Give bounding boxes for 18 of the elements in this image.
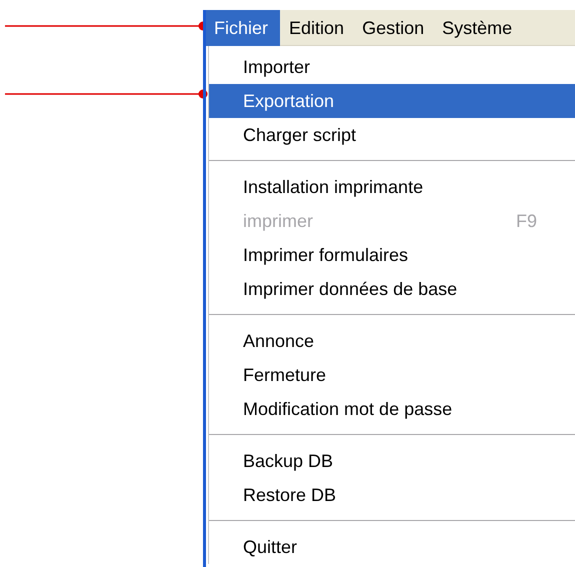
menu-item[interactable]: Modification mot de passe [209,392,575,426]
menu-item[interactable]: Restore DB [209,478,575,512]
menu-item-label: imprimer [243,210,313,233]
menu-bar-item[interactable]: Gestion [353,10,434,46]
menu-item[interactable]: Exportation [209,84,575,118]
menu-bar-item[interactable]: Système [433,10,522,46]
menu-item[interactable]: Fermeture [209,358,575,392]
menu-item[interactable]: Annonce [209,324,575,358]
menu-item[interactable]: Charger script [209,118,575,152]
menu-item[interactable]: Quitter [209,530,575,564]
menu-item[interactable]: Imprimer formulaires [209,238,575,272]
menu-item[interactable]: Backup DB [209,444,575,478]
menu-item[interactable]: Imprimer données de base [209,272,575,306]
menu-bar-item[interactable]: Edition [280,10,354,46]
menu-bar-item[interactable]: Fichier [206,10,280,46]
menu-item[interactable]: Importer [209,50,575,84]
shortcut-key: F9 [516,208,537,234]
menu-item[interactable]: Installation imprimante [209,170,575,204]
